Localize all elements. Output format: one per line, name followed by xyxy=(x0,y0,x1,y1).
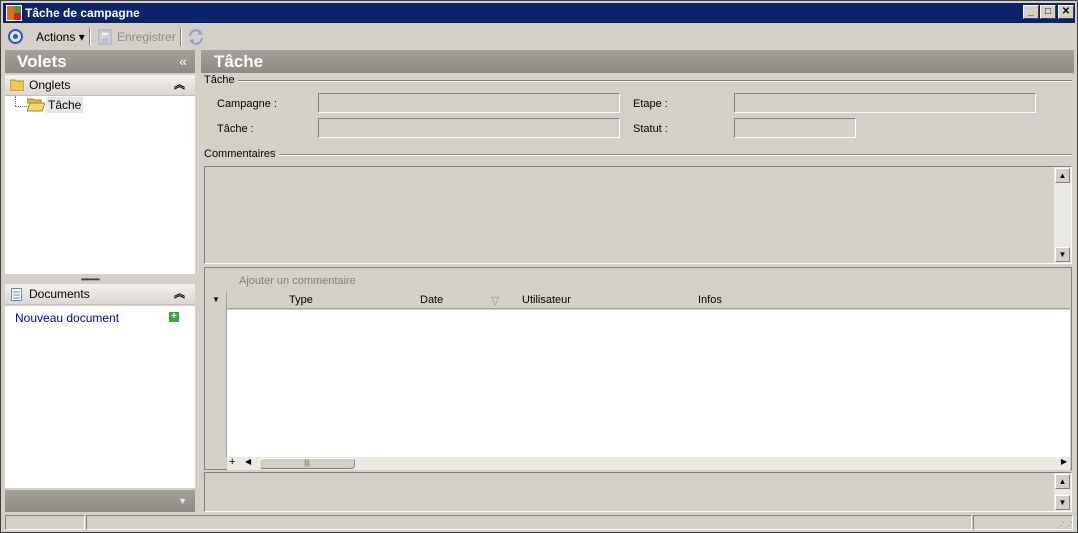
add-comment-button[interactable]: Ajouter un commentaire xyxy=(239,275,356,287)
documents-body: Nouveau document + xyxy=(5,306,195,488)
close-button[interactable]: ✕ xyxy=(1058,5,1074,19)
tabs-tree: Tâche xyxy=(5,96,195,274)
toolbar-separator xyxy=(180,28,182,46)
save-icon xyxy=(98,29,112,45)
refresh-icon[interactable] xyxy=(187,28,205,46)
scroll-left-icon[interactable]: ◀ xyxy=(245,457,251,466)
column-header-info[interactable]: Infos xyxy=(698,294,722,306)
minimize-button[interactable]: _ xyxy=(1023,5,1039,19)
add-icon[interactable]: + xyxy=(169,312,179,322)
toolbar-separator xyxy=(89,28,91,46)
new-document-link[interactable]: Nouveau document xyxy=(15,311,119,325)
add-row-icon[interactable]: + xyxy=(229,456,235,468)
grid-header: Type Date ▽ Utilisateur Infos xyxy=(227,292,1070,309)
documents-section-header[interactable]: Documents ︽ xyxy=(5,284,195,305)
chevron-down-icon[interactable]: ▼ xyxy=(178,496,187,506)
step-field[interactable] xyxy=(734,93,1036,113)
vertical-scrollbar[interactable]: ▲ ▼ xyxy=(1054,473,1071,511)
application-window: Tâche de campagne _ □ ✕ Actions ▾ Enregi… xyxy=(0,0,1078,533)
details-box: ▲ ▼ xyxy=(204,472,1072,512)
collapse-section-icon[interactable]: ︽ xyxy=(174,75,185,96)
title-bar[interactable]: Tâche de campagne _ □ ✕ xyxy=(3,3,1075,23)
folder-open-icon xyxy=(27,98,45,112)
group-divider xyxy=(204,80,1072,82)
chevron-down-icon: ▾ xyxy=(78,30,85,44)
side-panel-title: Volets xyxy=(17,52,67,71)
vertical-scrollbar[interactable]: ▲ ▼ xyxy=(1054,167,1071,263)
app-icon xyxy=(6,5,22,21)
status-bar: ⋰⋰ xyxy=(3,514,1075,531)
column-header-date[interactable]: Date xyxy=(420,294,443,306)
folder-icon xyxy=(10,79,24,91)
actions-menu[interactable]: Actions ▾ xyxy=(36,30,85,44)
scroll-right-icon[interactable]: ▶ xyxy=(1061,457,1067,466)
task-label: Tâche : xyxy=(217,123,254,135)
main-panel-title: Tâche xyxy=(214,52,264,71)
status-field[interactable] xyxy=(734,118,856,138)
save-button[interactable]: Enregistrer xyxy=(117,30,176,44)
scroll-down-icon[interactable]: ▼ xyxy=(1055,247,1070,262)
scroll-down-icon[interactable]: ▼ xyxy=(1055,495,1070,510)
collapse-section-icon[interactable]: ︽ xyxy=(174,284,185,305)
expand-icon[interactable]: ▼ xyxy=(212,295,220,304)
side-panel-footer: ▼ xyxy=(5,490,195,512)
sort-descending-icon: ▽ xyxy=(491,295,500,307)
main-panel: Tâche Tâche Campagne : Etape : Tâche : S… xyxy=(201,50,1074,512)
campaign-field[interactable] xyxy=(318,93,620,113)
grid-row-selector: ▼ xyxy=(205,292,227,457)
side-panel: Volets « Onglets ︽ Tâche •••••••••• Docu… xyxy=(5,50,195,512)
task-field[interactable] xyxy=(318,118,620,138)
column-header-user[interactable]: Utilisateur xyxy=(522,294,571,306)
maximize-button[interactable]: □ xyxy=(1040,5,1056,19)
tree-item-task[interactable]: Tâche xyxy=(46,97,84,113)
resize-grip-icon[interactable]: ⋰⋰ xyxy=(1057,521,1073,530)
main-panel-header: Tâche xyxy=(201,50,1074,73)
window-title: Tâche de campagne xyxy=(25,6,140,20)
tree-line xyxy=(15,96,16,106)
status-cell xyxy=(5,515,85,530)
globe-icon[interactable] xyxy=(8,29,23,44)
status-cell xyxy=(86,515,972,530)
actions-label: Actions xyxy=(36,30,76,44)
column-header-type[interactable]: Type xyxy=(289,294,313,306)
side-panel-header: Volets « xyxy=(5,50,195,73)
status-label: Statut : xyxy=(633,123,668,135)
documents-section-title: Documents xyxy=(29,287,90,301)
tabs-section-header[interactable]: Onglets ︽ xyxy=(5,75,195,96)
scroll-up-icon[interactable]: ▲ xyxy=(1055,474,1070,489)
task-group-title: Tâche xyxy=(204,74,238,86)
comments-grid: Ajouter un commentaire ▼ Type Date ▽ Uti… xyxy=(204,267,1072,470)
step-label: Etape : xyxy=(633,98,668,110)
document-icon xyxy=(11,288,22,301)
collapse-panel-button[interactable]: « xyxy=(179,50,187,73)
tabs-section-title: Onglets xyxy=(29,78,71,92)
splitter-handle[interactable]: •••••••••• xyxy=(81,275,100,284)
campaign-label: Campagne : xyxy=(217,98,277,110)
scroll-up-icon[interactable]: ▲ xyxy=(1055,168,1070,183)
scroll-thumb[interactable]: ||| xyxy=(259,458,355,469)
horizontal-scrollbar[interactable]: + ◀ ||| ▶ xyxy=(227,456,1070,470)
toolbar: Actions ▾ Enregistrer xyxy=(3,25,1075,48)
group-divider xyxy=(204,154,1072,156)
comments-textarea[interactable]: ▲ ▼ xyxy=(204,166,1072,264)
grid-body[interactable] xyxy=(227,310,1070,457)
comments-group-title: Commentaires xyxy=(204,148,279,160)
